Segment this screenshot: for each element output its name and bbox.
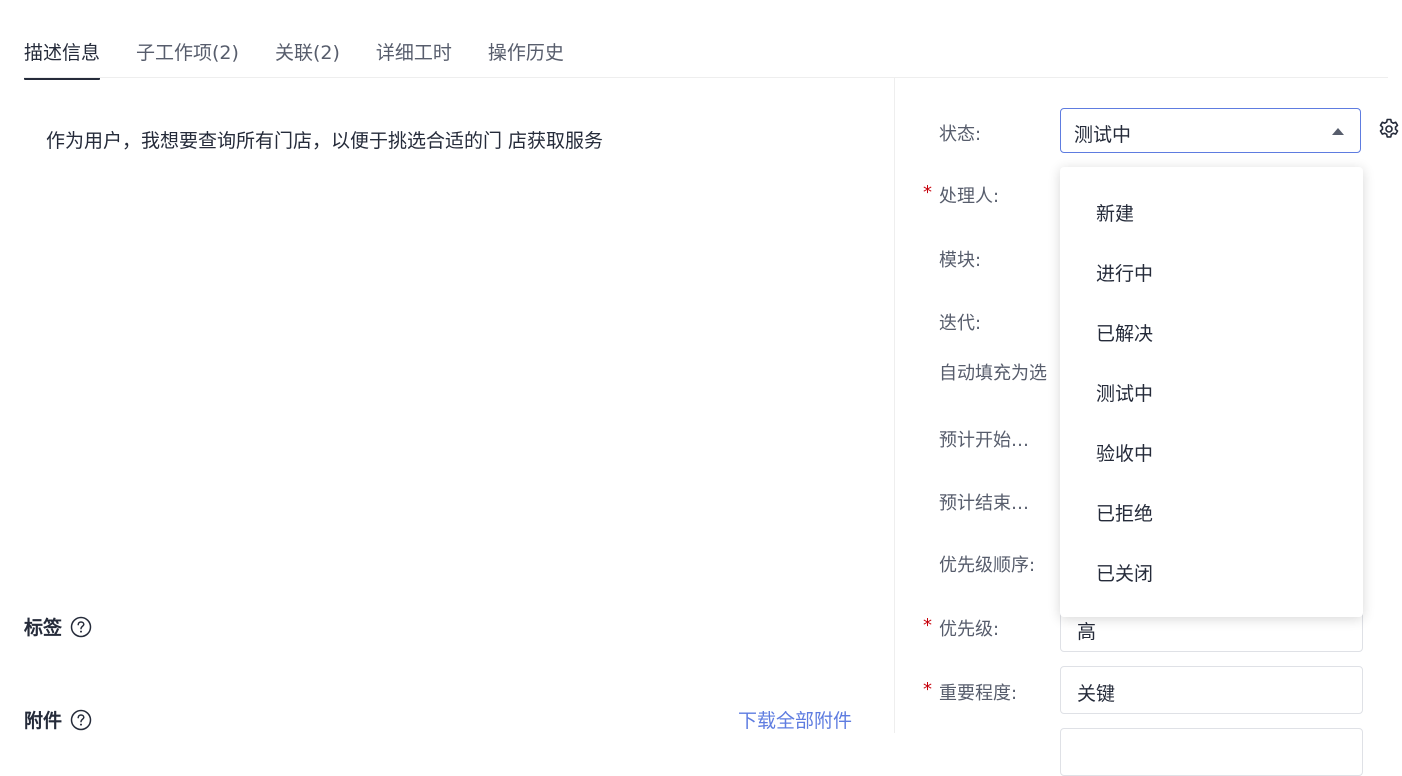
- status-select[interactable]: 测试中: [1060, 108, 1361, 153]
- assignee-label: 处理人:: [939, 186, 1000, 207]
- gear-icon[interactable]: [1377, 117, 1401, 141]
- iteration-label: 迭代:: [939, 313, 982, 334]
- status-dropdown-menu: 新建 进行中 已解决 测试中 验收中 已拒绝 已关闭: [1060, 167, 1363, 617]
- status-selected-value: 测试中: [1074, 124, 1132, 146]
- help-icon[interactable]: [70, 616, 92, 638]
- status-option-new[interactable]: 新建: [1096, 199, 1134, 226]
- caret-up-icon: [1332, 128, 1344, 135]
- help-icon[interactable]: [70, 709, 92, 731]
- tab-description[interactable]: 描述信息: [24, 30, 101, 80]
- module-label: 模块:: [939, 250, 982, 271]
- tab-bar: 描述信息 子工作项(2) 关联(2) 详细工时 操作历史: [24, 30, 600, 80]
- importance-select[interactable]: 关键: [1060, 666, 1363, 714]
- tab-relations[interactable]: 关联(2): [275, 30, 340, 78]
- status-option-closed[interactable]: 已关闭: [1096, 559, 1153, 586]
- planned-end-label: 预计结束…: [939, 493, 1029, 514]
- importance-label: 重要程度:: [939, 683, 1018, 704]
- tags-section-title: 标签: [24, 613, 92, 640]
- status-option-resolved[interactable]: 已解决: [1096, 319, 1153, 346]
- required-mark: *: [923, 182, 932, 203]
- tab-subtasks[interactable]: 子工作项(2): [136, 30, 239, 78]
- importance-value: 关键: [1077, 683, 1116, 705]
- attachments-label: 附件: [24, 710, 63, 732]
- required-mark: *: [923, 679, 932, 700]
- priority-label: 优先级:: [939, 619, 1000, 640]
- status-option-accepting[interactable]: 验收中: [1096, 439, 1153, 466]
- autofill-label: 自动填充为选: [939, 363, 1047, 384]
- planned-start-label: 预计开始…: [939, 430, 1029, 451]
- description-text[interactable]: 作为用户，我想要查询所有门店，以便于挑选合适的门 店获取服务: [46, 126, 603, 153]
- required-mark: *: [923, 615, 932, 636]
- next-field-select[interactable]: [1060, 728, 1363, 776]
- status-option-testing[interactable]: 测试中: [1096, 379, 1153, 406]
- download-all-attachments-link[interactable]: 下载全部附件: [738, 706, 852, 733]
- status-option-rejected[interactable]: 已拒绝: [1096, 499, 1153, 526]
- status-label: 状态:: [939, 124, 982, 145]
- priority-order-label: 优先级顺序:: [939, 555, 1036, 576]
- attachments-section-title: 附件: [24, 706, 92, 733]
- tab-history[interactable]: 操作历史: [488, 30, 564, 78]
- tabs-divider: [24, 77, 1388, 78]
- status-option-in-progress[interactable]: 进行中: [1096, 259, 1153, 286]
- tab-work-hours[interactable]: 详细工时: [376, 30, 452, 78]
- panel-divider: [894, 78, 895, 733]
- tags-label: 标签: [24, 617, 63, 639]
- priority-value: 高: [1077, 621, 1097, 643]
